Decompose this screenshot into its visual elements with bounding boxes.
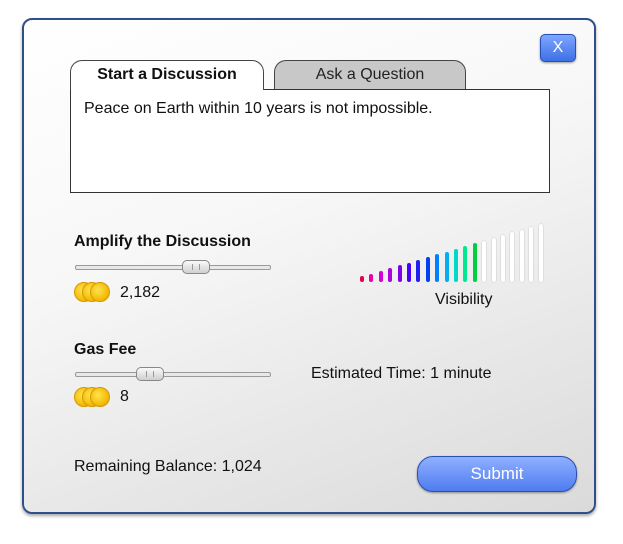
visibility-bar xyxy=(472,243,477,282)
gas-fee-slider-thumb[interactable] xyxy=(135,367,164,381)
visibility-bar xyxy=(482,240,487,282)
amplify-slider-track[interactable] xyxy=(75,265,271,270)
tab-ask-question[interactable]: Ask a Question xyxy=(274,60,466,89)
amplify-amount: 2,182 xyxy=(120,284,161,301)
visibility-bar xyxy=(435,254,440,282)
visibility-bar xyxy=(529,226,534,282)
discussion-dialog: X Start a Discussion Ask a Question Peac… xyxy=(22,18,596,514)
visibility-bar xyxy=(407,262,411,282)
visibility-label: Visibility xyxy=(435,291,493,308)
visibility-bar xyxy=(510,232,515,282)
amplify-slider-thumb[interactable] xyxy=(182,260,211,274)
gas-fee-title: Gas Fee xyxy=(74,341,137,358)
visibility-bar xyxy=(454,248,458,282)
visibility-bar xyxy=(378,270,383,282)
submit-button[interactable]: Submit xyxy=(417,456,577,492)
visibility-bar xyxy=(519,229,524,282)
visibility-bar xyxy=(538,224,543,282)
visibility-bar xyxy=(388,268,393,282)
visibility-bar xyxy=(491,237,496,282)
close-button[interactable]: X xyxy=(540,34,576,62)
visibility-bar xyxy=(463,246,468,282)
visibility-bar xyxy=(360,276,364,282)
coin-stack-icon xyxy=(74,387,112,407)
discussion-text-area[interactable]: Peace on Earth within 10 years is not im… xyxy=(70,89,550,193)
visibility-bar xyxy=(444,251,449,282)
coin-stack-icon xyxy=(74,282,112,302)
visibility-meter xyxy=(360,220,550,282)
gas-fee-slider-track[interactable] xyxy=(75,372,271,377)
remaining-balance: Remaining Balance: 1,024 xyxy=(74,458,262,475)
amplify-title: Amplify the Discussion xyxy=(74,233,251,250)
visibility-bar xyxy=(425,257,430,282)
visibility-bar xyxy=(501,235,505,282)
visibility-bar xyxy=(416,259,421,282)
visibility-bar xyxy=(397,265,402,282)
visibility-bar xyxy=(369,273,374,282)
tab-start-discussion[interactable]: Start a Discussion xyxy=(70,60,264,90)
gas-fee-amount: 8 xyxy=(120,388,129,405)
estimated-time: Estimated Time: 1 minute xyxy=(311,365,492,382)
